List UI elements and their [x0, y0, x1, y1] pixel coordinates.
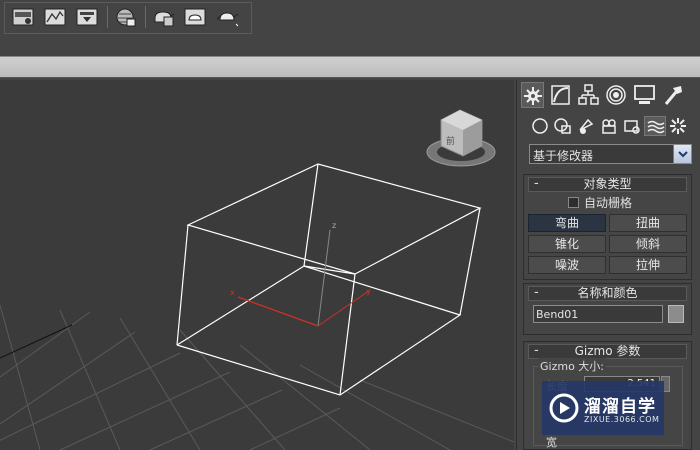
- twist-button[interactable]: 扭曲: [609, 214, 687, 232]
- skew-button[interactable]: 倾斜: [609, 235, 687, 253]
- lights-subtab[interactable]: [575, 116, 597, 136]
- gizmo-params-rollout-header[interactable]: - Gizmo 参数: [528, 343, 687, 359]
- object-type-title: 对象类型: [583, 177, 632, 191]
- modify-tab[interactable]: [549, 82, 572, 108]
- dropdown-value: 基于修改器: [533, 149, 594, 163]
- watermark-badge: 溜溜自学 ZIXUE.3066.COM: [542, 381, 664, 435]
- helpers-subtab[interactable]: [621, 116, 643, 136]
- viewport-scene: z x y 前: [0, 109, 514, 450]
- home-grid: [0, 304, 514, 450]
- width-label: 宽: [546, 436, 557, 449]
- watermark-logo-icon: [549, 393, 579, 423]
- main-toolbar: [0, 0, 700, 39]
- motion-tab[interactable]: [605, 82, 628, 108]
- shapes-subtab[interactable]: [552, 116, 574, 136]
- name-and-color-title: 名称和颜色: [577, 286, 638, 300]
- create-tab[interactable]: [521, 82, 544, 108]
- teapot-render-icon[interactable]: [215, 6, 239, 28]
- environment-icon[interactable]: [113, 6, 137, 28]
- object-type-rollout: - 对象类型 自动栅格 弯曲 扭曲 锥化 倾斜 噪波 拉伸: [523, 174, 692, 280]
- grid-axis-line: [0, 324, 73, 359]
- x-axis-label: x: [230, 288, 235, 297]
- perspective-viewport[interactable]: z x y 前: [0, 80, 514, 450]
- autogrid-checkbox[interactable]: [568, 197, 579, 208]
- object-name-field[interactable]: [533, 305, 663, 323]
- space-warps-subtab[interactable]: [644, 116, 666, 136]
- systems-subtab[interactable]: [667, 116, 689, 136]
- viewcube-face-label: 前: [446, 135, 455, 147]
- cameras-subtab[interactable]: [598, 116, 620, 136]
- geometry-subtab[interactable]: [529, 116, 551, 136]
- chevron-down-icon[interactable]: [673, 145, 691, 163]
- object-color-swatch[interactable]: [668, 305, 684, 323]
- viewport-label-bar: [0, 56, 700, 78]
- name-and-color-rollout-header[interactable]: - 名称和颜色: [528, 285, 687, 301]
- material-editor-icon[interactable]: [151, 6, 175, 28]
- name-and-color-rollout: - 名称和颜色: [523, 283, 692, 335]
- z-axis-label: z: [332, 221, 336, 230]
- render-production-icon[interactable]: [75, 6, 99, 28]
- watermark-url: ZIXUE.3066.COM: [584, 415, 660, 424]
- bend-button[interactable]: 弯曲: [528, 214, 606, 232]
- modifier-category-dropdown[interactable]: 基于修改器: [529, 144, 692, 164]
- display-tab[interactable]: [633, 82, 656, 108]
- toolbar-strip: [0, 38, 700, 56]
- watermark-name: 溜溜自学: [584, 397, 656, 417]
- gizmo-size-label: Gizmo 大小:: [538, 358, 607, 374]
- y-axis-label: y: [366, 287, 371, 296]
- bend-gizmo-box[interactable]: [176, 163, 482, 396]
- rendered-frame-window-icon[interactable]: [43, 6, 67, 28]
- hierarchy-tab[interactable]: [577, 82, 600, 108]
- object-type-rollout-header[interactable]: - 对象类型: [528, 176, 687, 192]
- taper-button[interactable]: 锥化: [528, 235, 606, 253]
- noise-button[interactable]: 噪波: [528, 256, 606, 274]
- render-setup-icon[interactable]: [11, 6, 35, 28]
- stretch-button[interactable]: 拉伸: [609, 256, 687, 274]
- utilities-tab[interactable]: [661, 82, 684, 108]
- gizmo-params-title: Gizmo 参数: [574, 344, 641, 358]
- render-iterative-icon[interactable]: [183, 6, 207, 28]
- viewcube[interactable]: 前: [426, 109, 496, 167]
- autogrid-label: 自动栅格: [584, 196, 633, 210]
